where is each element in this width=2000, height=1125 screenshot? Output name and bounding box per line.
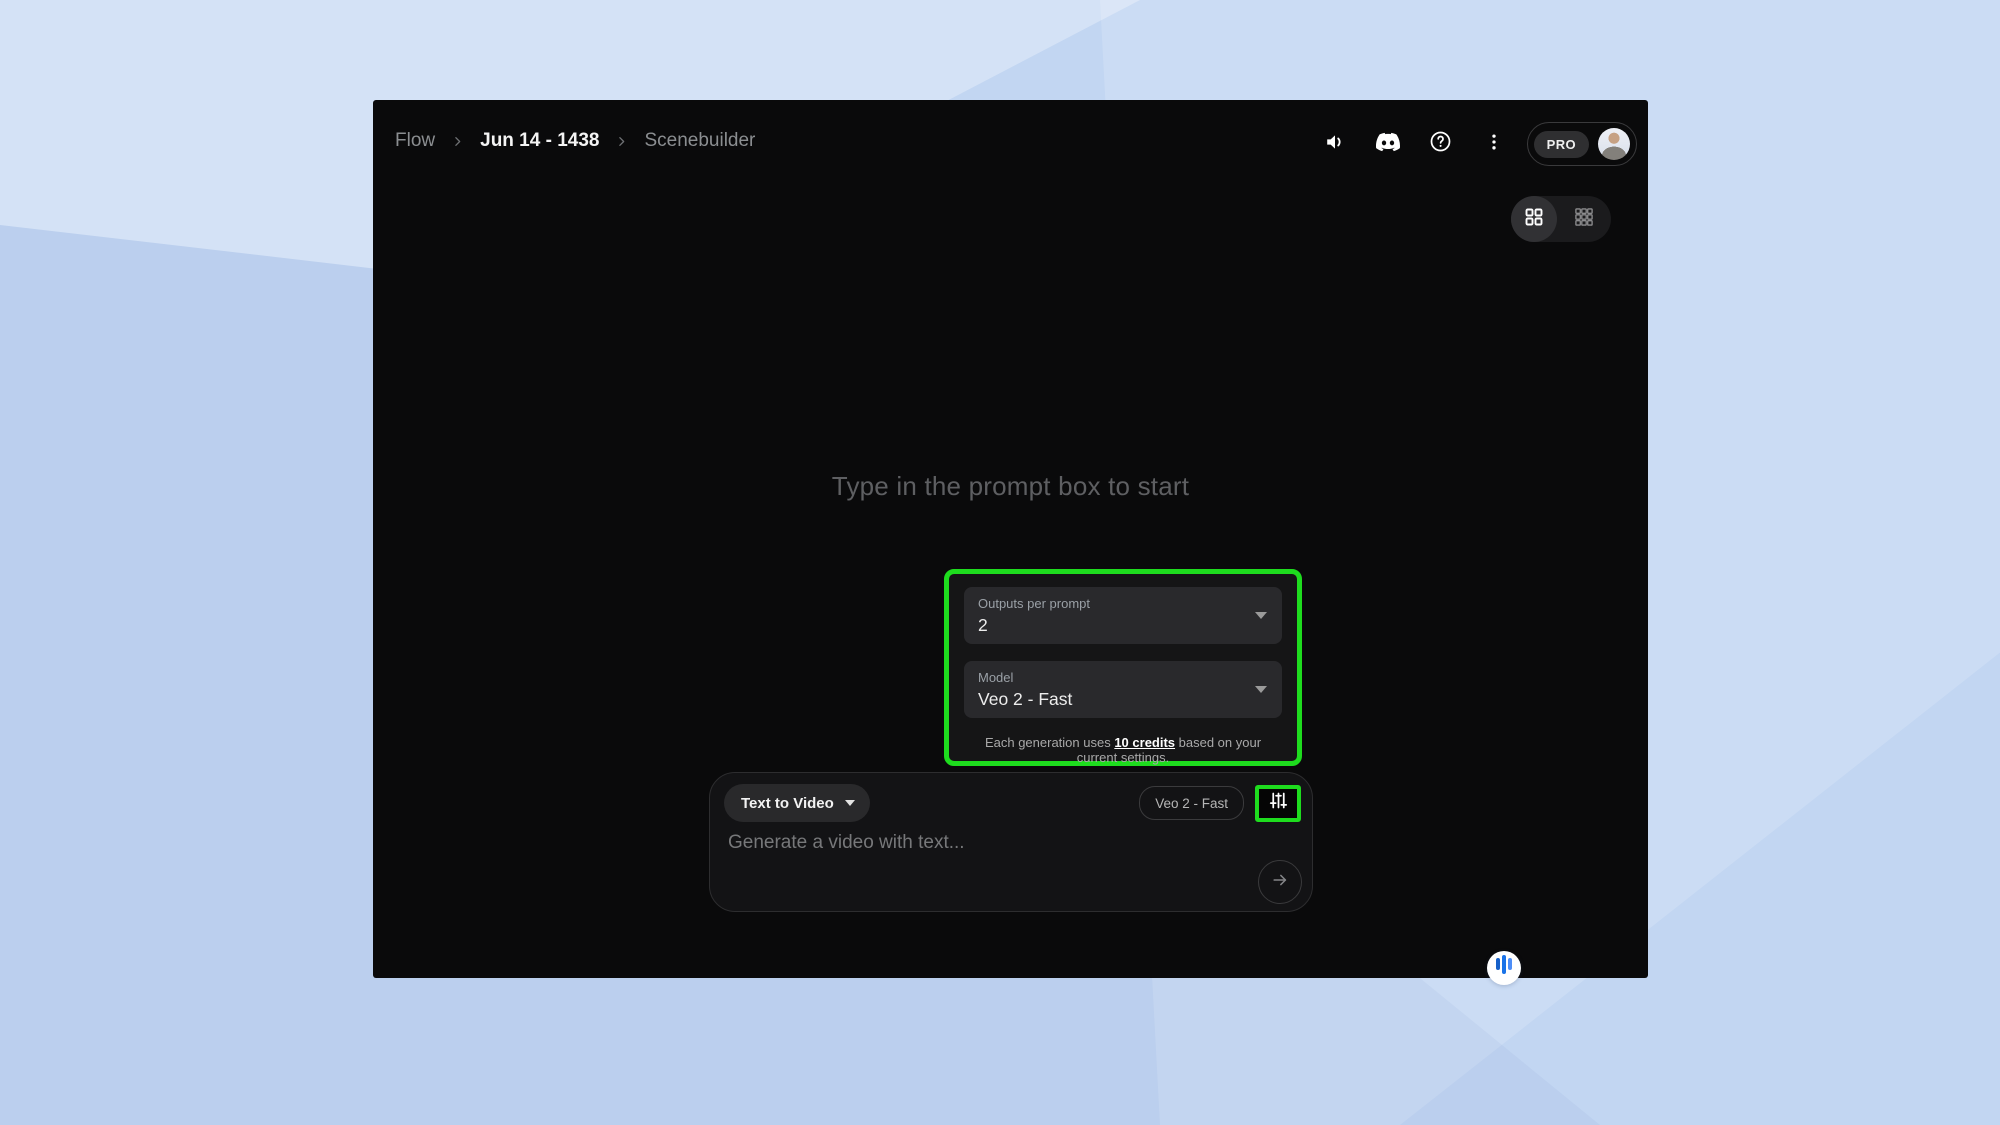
tune-sliders-icon	[1268, 790, 1289, 816]
model-value: Veo 2 - Fast	[978, 689, 1268, 710]
account-menu[interactable]: PRO	[1527, 122, 1637, 166]
outputs-per-prompt-select[interactable]: Outputs per prompt 2	[964, 587, 1282, 644]
mode-selector-dropdown[interactable]: Text to Video	[724, 784, 870, 822]
breadcrumb: Flow Jun 14 - 1438 Scenebuilder	[395, 126, 755, 156]
discord-icon	[1376, 130, 1400, 159]
prompt-bar-toolbar: Text to Video Veo 2 - Fast	[724, 784, 1301, 822]
credits-link[interactable]: 10 credits	[1114, 735, 1175, 750]
breadcrumb-flow[interactable]: Flow	[395, 130, 435, 152]
discord-button[interactable]	[1370, 126, 1406, 162]
send-button[interactable]	[1258, 860, 1302, 904]
model-chip[interactable]: Veo 2 - Fast	[1139, 786, 1244, 820]
voice-waveform-fab[interactable]	[1487, 951, 1521, 985]
more-menu-button[interactable]	[1476, 126, 1512, 162]
dense-grid-view-button[interactable]	[1557, 207, 1611, 232]
credits-note-prefix: Each generation uses	[985, 735, 1114, 750]
caret-down-icon	[1255, 686, 1267, 693]
waveform-bar	[1496, 958, 1500, 970]
header-actions: PRO	[1317, 121, 1637, 167]
user-avatar[interactable]	[1598, 128, 1630, 160]
kebab-menu-icon	[1484, 132, 1504, 157]
view-toggle	[1511, 196, 1611, 242]
prompt-bar: Text to Video Veo 2 - Fast	[709, 772, 1313, 912]
waveform-bar	[1502, 955, 1506, 974]
pro-plan-badge: PRO	[1534, 131, 1589, 158]
breadcrumb-project-name[interactable]: Jun 14 - 1438	[480, 130, 599, 152]
grid-3x3-icon	[1574, 207, 1594, 232]
chevron-right-icon	[451, 135, 464, 148]
generation-settings-button[interactable]	[1255, 785, 1301, 822]
credits-usage-note: Each generation uses 10 credits based on…	[964, 735, 1282, 765]
grid-2x2-icon	[1524, 207, 1544, 232]
volume-button[interactable]	[1317, 126, 1353, 162]
caret-down-icon	[845, 800, 855, 806]
help-button[interactable]	[1423, 126, 1459, 162]
waveform-bar	[1508, 958, 1512, 970]
mode-selector-label: Text to Video	[741, 795, 834, 812]
caret-down-icon	[1255, 612, 1267, 619]
prompt-input[interactable]	[726, 830, 1170, 886]
outputs-per-prompt-label: Outputs per prompt	[978, 596, 1268, 611]
grid-view-button[interactable]	[1511, 196, 1557, 242]
model-select[interactable]: Model Veo 2 - Fast	[964, 661, 1282, 718]
arrow-right-icon	[1270, 870, 1290, 895]
help-icon	[1429, 130, 1452, 158]
chevron-right-icon	[615, 135, 628, 148]
empty-state-text: Type in the prompt box to start	[373, 471, 1648, 502]
breadcrumb-scenebuilder[interactable]: Scenebuilder	[644, 130, 755, 152]
model-label: Model	[978, 670, 1268, 685]
outputs-per-prompt-value: 2	[978, 615, 1268, 636]
volume-icon	[1324, 131, 1346, 158]
generation-settings-popover: Outputs per prompt 2 Model Veo 2 - Fast …	[944, 569, 1302, 766]
flow-app-window: Flow Jun 14 - 1438 Scenebuilder	[373, 100, 1648, 978]
